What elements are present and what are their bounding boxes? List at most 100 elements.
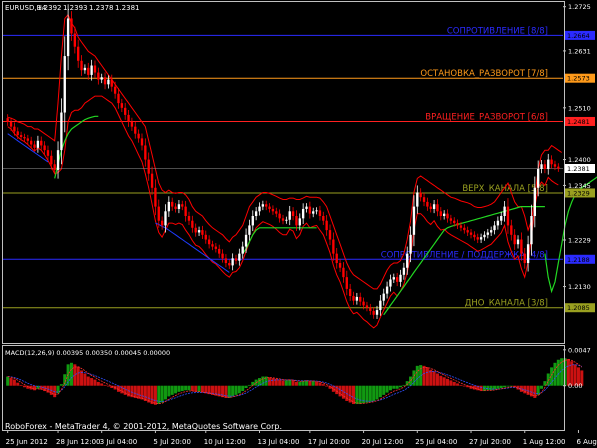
macd-bar — [446, 378, 450, 386]
macd-bar — [143, 385, 147, 401]
candle-body — [140, 138, 144, 146]
candle-body — [483, 234, 486, 238]
candle-body — [73, 33, 77, 47]
macd-bar — [301, 381, 305, 386]
macd-bar — [422, 365, 426, 386]
candle-body — [36, 140, 40, 148]
macd-bar — [281, 380, 285, 386]
candle-body — [318, 210, 322, 217]
level-price-text: 1.2188 — [567, 256, 590, 264]
candle-body — [402, 267, 406, 275]
macd-bar — [237, 385, 241, 394]
macd-bar — [452, 381, 456, 386]
candle-body — [322, 216, 325, 221]
candle-body — [271, 208, 275, 212]
candle-body — [369, 307, 372, 312]
candle-body — [13, 126, 16, 132]
candle-body — [16, 131, 19, 136]
price-tick-label: 1.2400 — [568, 156, 591, 164]
candle-body — [90, 65, 93, 75]
candle-body — [191, 220, 194, 228]
candle-body — [446, 213, 449, 219]
broker-text: RoboForex - MetaTrader 4, © 2001-2012, M… — [5, 422, 282, 431]
candle-body — [238, 253, 241, 261]
level-label: ОСТАНОВКА_РАЗВОРОТ [7/8] — [420, 69, 548, 79]
macd-bar — [12, 379, 16, 386]
ohlc-values: 1.2392 1.2393 1.2378 1.2381 — [37, 4, 140, 12]
time-tick-label: 28 Jun 12:00 — [56, 438, 100, 446]
candle-body — [429, 206, 432, 209]
macd-bar — [402, 384, 406, 386]
macd-bar — [170, 385, 174, 395]
candle-body — [325, 220, 328, 231]
candle-body — [436, 204, 439, 212]
chart-window[interactable]: СОПРОТИВЛЕНИЕ [8/8] ОСТАНОВКА_РАЗВОРОТ [7… — [0, 0, 597, 448]
candle-body — [399, 274, 402, 282]
candle-body — [66, 18, 70, 57]
candle-body — [154, 187, 157, 207]
candle-body — [207, 239, 211, 245]
macd-bar — [385, 385, 389, 393]
macd-bar — [288, 379, 292, 386]
candle-body — [301, 208, 305, 219]
candle-body — [130, 121, 134, 127]
time-tick-label: 6 Aug 04:00 — [576, 438, 597, 446]
candle-body — [412, 206, 416, 235]
candle-body — [332, 239, 335, 254]
candle-body — [362, 301, 365, 306]
macd-bar — [187, 385, 191, 391]
candle-body — [281, 218, 285, 221]
macd-bar — [16, 382, 20, 386]
candle-body — [254, 211, 258, 217]
candle-body — [479, 237, 483, 240]
candle-body — [453, 220, 456, 224]
macd-bar — [315, 381, 319, 386]
candle-body — [389, 279, 392, 287]
macd-label: MACD(12,26,9) 0.00395 0.00350 0.00045 0.… — [5, 349, 170, 357]
candle-body — [295, 216, 298, 226]
candle-body — [379, 300, 382, 311]
candle-body — [523, 253, 526, 264]
macd-bar — [76, 366, 80, 386]
candle-body — [231, 258, 234, 266]
candle-body — [251, 216, 254, 226]
candle-body — [540, 164, 543, 169]
macd-bar — [415, 365, 419, 386]
macd-bar — [86, 376, 90, 386]
candle-body — [83, 67, 87, 71]
candle-body — [234, 258, 238, 261]
candle-body — [97, 72, 100, 80]
candle-body — [275, 211, 278, 214]
level-price-text: 1.2664 — [567, 32, 590, 40]
candle-body — [174, 206, 177, 209]
macd-bar — [22, 385, 26, 388]
candle-body — [181, 204, 184, 207]
candle-body — [365, 305, 369, 308]
candle-body — [557, 166, 560, 169]
candle-body — [144, 145, 147, 160]
macd-bar — [90, 378, 94, 386]
candle-body — [9, 121, 13, 127]
macd-bar — [221, 385, 225, 398]
macd-bar — [278, 379, 282, 386]
time-tick-label: 3 Jul 04:00 — [100, 438, 138, 446]
ohlc-open: 1.2392 — [37, 4, 62, 12]
macd-bar — [106, 385, 110, 387]
candle-body — [439, 211, 442, 217]
time-tick-label: 5 Jul 20:00 — [153, 438, 191, 446]
candle-body — [160, 220, 164, 226]
candle-body — [345, 277, 348, 289]
level-label: ДНО_КАНАЛА [3/8] — [465, 299, 548, 309]
macd-bar — [284, 380, 288, 386]
macd-bar — [496, 385, 500, 389]
price-tick-label: 1.2345 — [568, 182, 591, 190]
macd-bar — [241, 385, 245, 392]
macd-bar — [69, 362, 73, 386]
level-price-text: 1.2481 — [567, 118, 590, 126]
candle-body — [348, 288, 352, 296]
macd-bar — [395, 385, 399, 389]
candle-body — [137, 133, 140, 139]
candle-body — [120, 103, 124, 108]
candle-body — [177, 204, 181, 209]
candle-body — [328, 230, 332, 240]
